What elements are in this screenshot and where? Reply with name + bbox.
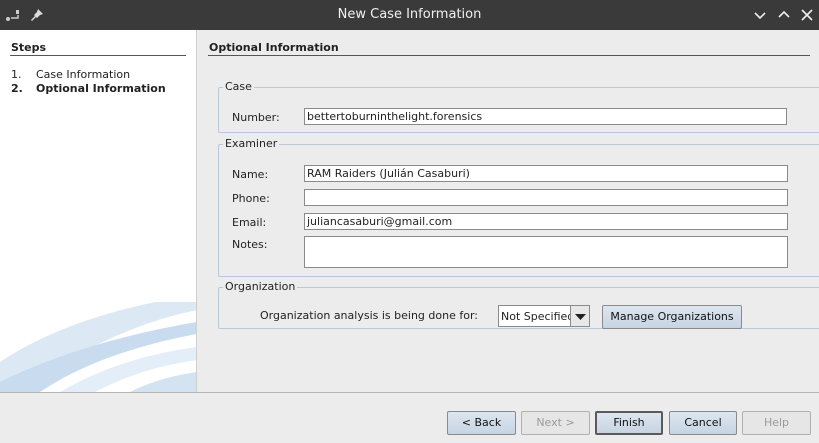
case-number-label: Number: bbox=[232, 111, 280, 124]
help-button[interactable]: Help bbox=[742, 411, 811, 435]
maximize-icon[interactable] bbox=[774, 5, 794, 25]
chevron-down-icon[interactable] bbox=[570, 306, 589, 326]
case-legend: Case bbox=[223, 80, 254, 93]
examiner-name-field[interactable]: RAM Raiders (Julián Casaburi) bbox=[304, 165, 788, 182]
step-optional-information: 2. Optional Information bbox=[11, 82, 166, 95]
organization-selected-value: Not Specified bbox=[501, 310, 575, 323]
section-divider bbox=[208, 55, 810, 56]
examiner-phone-label: Phone: bbox=[232, 192, 270, 205]
examiner-email-label: Email: bbox=[232, 216, 267, 229]
wizard-footer: < Back Next > Finish Cancel Help bbox=[0, 392, 819, 443]
optional-information-panel: Optional Information Case Number: better… bbox=[198, 30, 819, 392]
examiner-notes-field[interactable] bbox=[304, 236, 788, 268]
organization-select[interactable]: Not Specified bbox=[498, 305, 590, 327]
examiner-notes-label: Notes: bbox=[232, 238, 268, 251]
next-button[interactable]: Next > bbox=[521, 411, 590, 435]
step-case-information: 1. Case Information bbox=[11, 68, 130, 81]
back-button[interactable]: < Back bbox=[447, 411, 516, 435]
step-label: Optional Information bbox=[36, 82, 166, 95]
steps-title: Steps bbox=[11, 41, 47, 54]
step-number: 2. bbox=[11, 82, 23, 95]
close-icon[interactable] bbox=[797, 5, 817, 25]
examiner-legend: Examiner bbox=[223, 137, 280, 150]
minimize-icon[interactable] bbox=[750, 5, 770, 25]
examiner-phone-field[interactable] bbox=[304, 189, 788, 206]
window-title: New Case Information bbox=[337, 7, 482, 22]
examiner-email-field[interactable]: juliancasaburi@gmail.com bbox=[304, 213, 788, 230]
steps-divider bbox=[10, 55, 186, 56]
organization-prompt: Organization analysis is being done for: bbox=[260, 309, 478, 322]
cancel-button[interactable]: Cancel bbox=[669, 411, 737, 435]
decorative-swoosh-image bbox=[0, 302, 196, 392]
manage-organizations-button[interactable]: Manage Organizations bbox=[602, 305, 742, 329]
step-number: 1. bbox=[11, 68, 22, 81]
title-bar: New Case Information bbox=[0, 0, 819, 30]
finish-button[interactable]: Finish bbox=[595, 411, 663, 435]
steps-panel: Steps 1. Case Information 2. Optional Info… bbox=[0, 30, 197, 392]
section-title: Optional Information bbox=[209, 41, 339, 54]
examiner-name-label: Name: bbox=[232, 168, 269, 181]
step-label: Case Information bbox=[36, 68, 131, 81]
case-number-field[interactable]: bettertoburninthelight.forensics bbox=[304, 108, 787, 125]
organization-legend: Organization bbox=[223, 280, 298, 293]
